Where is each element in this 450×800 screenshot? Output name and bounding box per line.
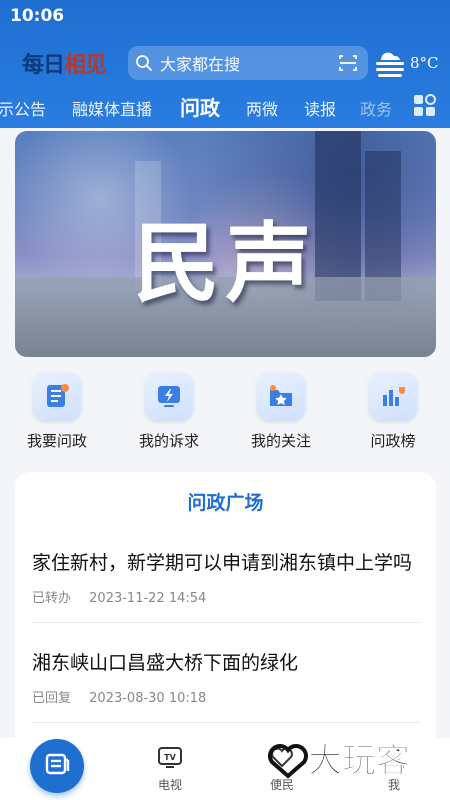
divider [32,722,420,723]
tab-government[interactable]: 政务 [360,96,392,120]
tab-media-live[interactable]: 融媒体直播 [72,96,152,120]
app-logo[interactable]: 每日相见 [22,47,107,79]
quick-action-label: 我的关注 [250,432,311,450]
logo-text-part1: 每日 [22,52,65,78]
quick-action-ask[interactable]: 我要问政 [7,372,107,451]
quick-action-ranking[interactable]: 问政榜 [343,372,443,451]
document-icon [33,372,81,420]
quick-action-label: 我的诉求 [138,432,199,450]
divider [32,622,420,623]
plaza-item[interactable]: 家住新村，新学期可以申请到湘东镇中上学吗 已转办 2023-11-22 14:5… [32,548,420,606]
plaza-item-title: 湘东峡山口昌盛大桥下面的绿化 [32,652,299,674]
plaza-item[interactable]: 湘东峡山口昌盛大桥下面的绿化 已回复 2023-08-30 10:18 [32,648,420,706]
banner-title: 民声 [133,213,318,314]
plaza-item-meta: 已回复 2023-08-30 10:18 [32,687,420,706]
status-time: 10:06 [10,6,65,26]
search-placeholder: 大家都在搜 [160,55,241,74]
tab-liangwei[interactable]: 两微 [246,96,278,120]
weather-widget[interactable]: 8°C [374,46,439,80]
scan-icon[interactable] [328,46,368,80]
quick-action-label: 问政榜 [370,432,416,450]
plaza-item-title: 家住新村，新学期可以申请到湘东镇中上学吗 [32,552,413,574]
quick-action-label: 我要问政 [26,432,87,450]
news-icon [43,750,71,782]
quick-action-following[interactable]: 我的关注 [231,372,331,451]
plaza-item-status: 已回复 [32,691,72,706]
watermark-logo: 大玩客 [268,741,411,782]
banner-carousel[interactable]: 民声 [15,131,436,357]
tab-read-paper[interactable]: 读报 [304,96,336,120]
temperature: 8°C [410,54,439,72]
lightning-icon [145,372,193,420]
plaza-item-time: 2023-11-22 14:54 [89,591,207,606]
plaza-card: 问政广场 家住新村，新学期可以申请到湘东镇中上学吗 已转办 2023-11-22… [15,472,436,772]
tv-icon: TV [157,744,183,770]
plaza-item-meta: 已转办 2023-11-22 14:54 [32,587,420,606]
nav-label: 电视 [157,778,182,792]
trophy-chart-icon [369,372,417,420]
plaza-item-time: 2023-08-30 10:18 [89,691,207,706]
plaza-item-status: 已转办 [32,591,72,606]
logo-text-part2: 相见 [64,52,107,78]
svg-text:TV: TV [164,753,176,762]
tab-wenzheng[interactable]: 问政 [180,92,220,121]
weather-fog-icon [374,48,406,78]
tab-announcement[interactable]: 示公告 [0,96,46,120]
channel-menu-icon[interactable] [412,93,438,119]
svg-text:大玩客: 大玩客 [308,741,410,781]
quick-action-my-requests[interactable]: 我的诉求 [119,372,219,451]
search-icon [128,46,160,80]
plaza-title: 问政广场 [187,492,264,514]
channel-tabs: 示公告 融媒体直播 问政 两微 读报 政务 [0,88,410,126]
quick-actions: 我要问政 我的诉求 我的关注 问政榜 [0,372,450,452]
search-bar[interactable]: 大家都在搜 [128,46,368,80]
top-header: 10:06 每日相见 大家都在搜 8°C 示公告 融媒体直播 问政 两微 读报 … [0,0,450,128]
nav-home-button[interactable] [30,739,84,793]
nav-tv[interactable]: TV 电视 [140,744,200,793]
status-bar: 10:06 [0,0,450,32]
star-folder-icon [257,372,305,420]
